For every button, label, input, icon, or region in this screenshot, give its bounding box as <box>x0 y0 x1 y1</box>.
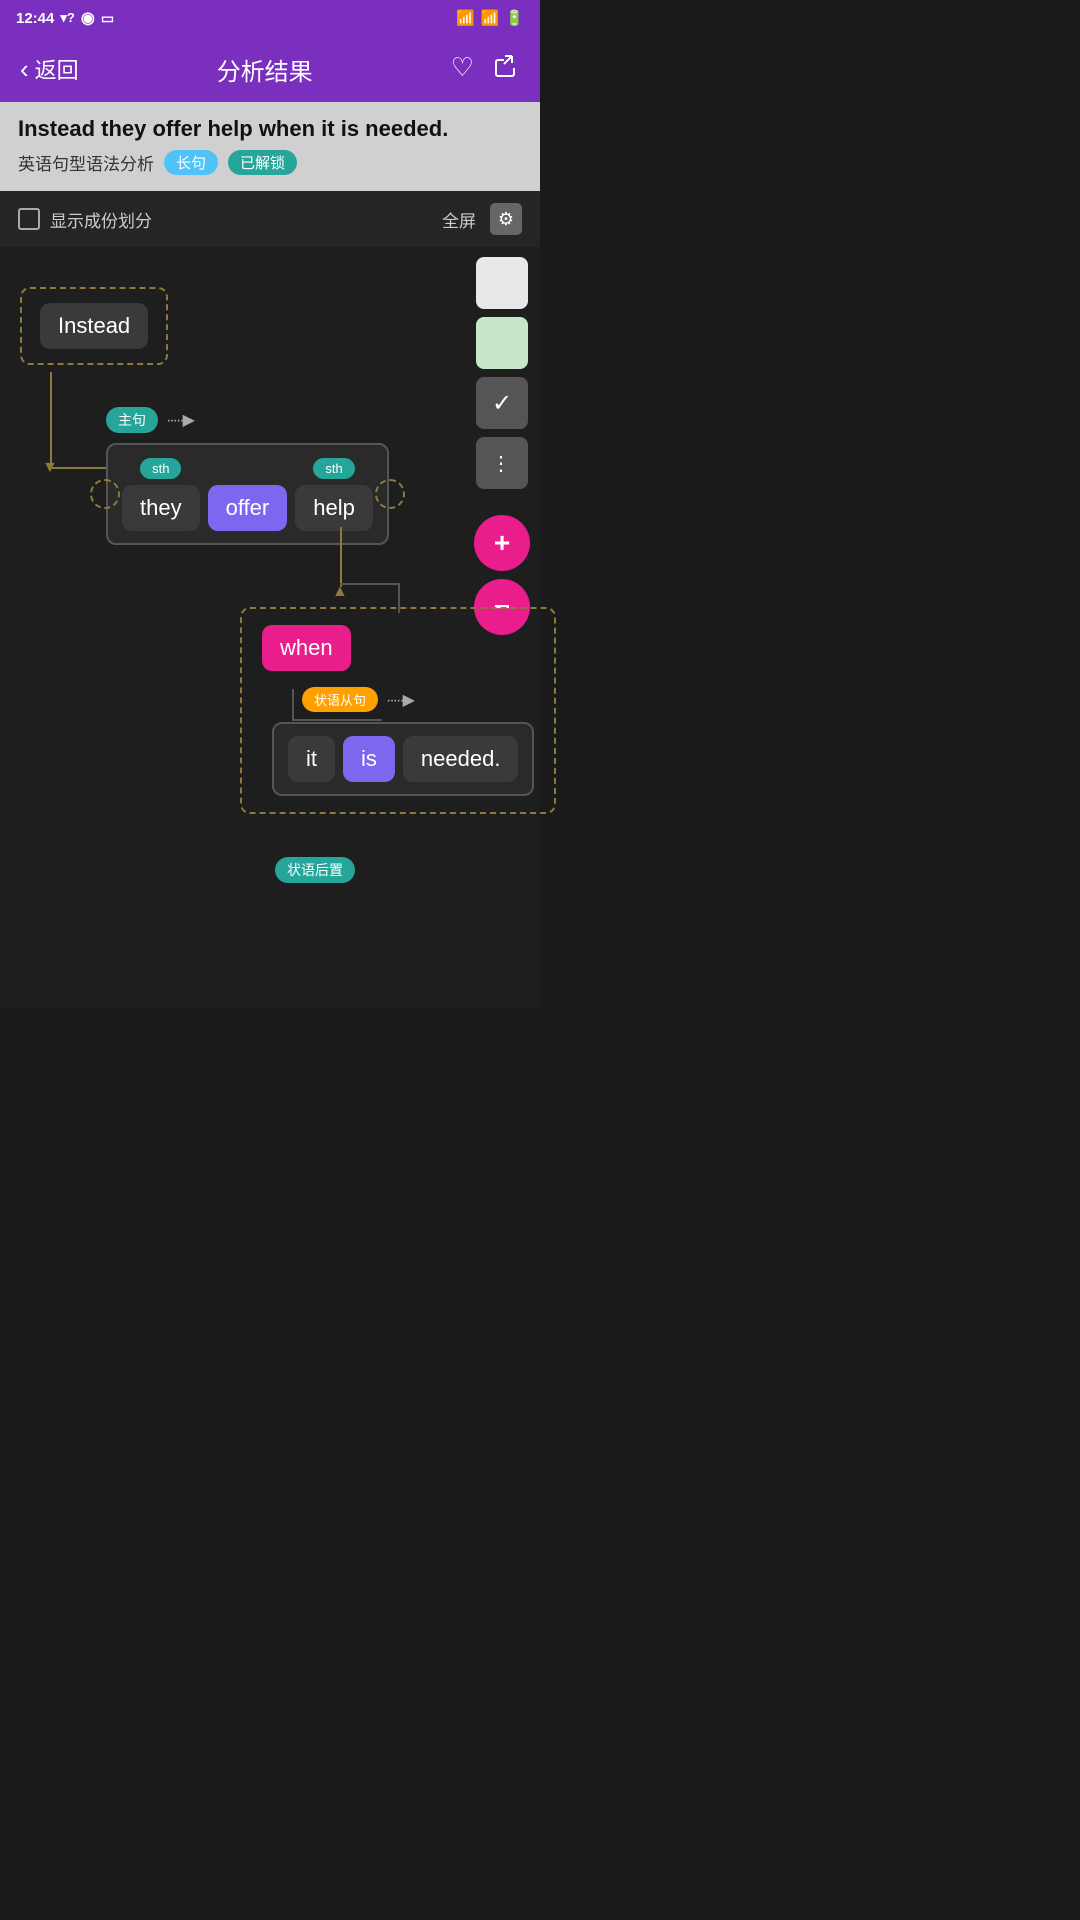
h-line-1 <box>50 467 110 469</box>
inner-h-line <box>292 719 382 721</box>
back-chevron-icon: ‹ <box>20 54 29 85</box>
adv-clause-label-row: 状语从句 ·····▶ <box>302 687 534 712</box>
long-sentence-badge: 长句 <box>164 150 218 175</box>
adv-post-label-container: 状语后置 <box>275 857 355 883</box>
offer-column: offer <box>208 457 288 531</box>
v-line-2 <box>340 527 342 587</box>
sentence-header: Instead they offer help when it is neede… <box>0 102 540 191</box>
share-button[interactable] <box>492 52 520 87</box>
heart-button[interactable]: ♡ <box>451 52 474 87</box>
diagram-area: ✓ ⋮ + − Instead ▼ 主句 ·····▶ <box>0 247 540 1007</box>
show-parse-checkbox[interactable] <box>18 208 40 230</box>
when-word[interactable]: when <box>262 625 351 671</box>
status-left: 12:44 ▾? ◉ ▭ <box>16 8 114 28</box>
status-bar: 12:44 ▾? ◉ ▭ 📶 📶 🔋 <box>0 0 540 36</box>
adv-clause-tag: 状语从句 <box>302 687 378 712</box>
sim-icon: ▭ <box>101 10 114 27</box>
v-line-1 <box>50 372 52 467</box>
up-arrow-icon: ▲ <box>332 583 348 601</box>
h-connector-adv <box>340 583 400 585</box>
battery-icon: 🔋 <box>505 9 524 27</box>
settings-gear-icon[interactable]: ⚙ <box>490 203 522 235</box>
checkbox-area: 显示成份划分 <box>18 207 152 232</box>
syntax-diagram: Instead ▼ 主句 ·····▶ sth they <box>20 267 520 987</box>
page-title: 分析结果 <box>217 52 313 87</box>
main-clause-section: 主句 ·····▶ sth they offer sth help <box>106 407 389 545</box>
wifi-icon: 📶 <box>456 9 475 27</box>
back-label: 返回 <box>35 53 79 85</box>
inner-v-line <box>292 689 294 719</box>
offer-word[interactable]: offer <box>208 485 288 531</box>
top-actions: ♡ <box>451 52 520 87</box>
checkbox-label: 显示成份划分 <box>50 207 152 232</box>
instead-container: Instead <box>20 287 168 365</box>
controls-bar: 显示成份划分 全屏 ⚙ <box>0 191 540 247</box>
sentence-text: Instead they offer help when it is neede… <box>18 116 522 142</box>
app-logo: ◉ <box>81 8 95 28</box>
signal-icon: ▾? <box>60 10 74 26</box>
time: 12:44 <box>16 10 54 27</box>
dashed-circle-right <box>375 479 405 509</box>
top-bar: ‹ 返回 分析结果 ♡ <box>0 36 540 102</box>
adv-dotted-arrow-icon: ·····▶ <box>386 690 413 710</box>
signal-bars-icon: 📶 <box>481 9 500 27</box>
sentence-meta: 英语句型语法分析 长句 已解锁 <box>18 150 522 175</box>
help-column: sth help <box>295 458 373 531</box>
status-right: 📶 📶 🔋 <box>456 9 524 27</box>
inner-words-row: it is needed. <box>272 722 534 796</box>
it-word[interactable]: it <box>288 736 335 782</box>
main-clause-tag: 主句 <box>106 407 158 433</box>
main-words-row: sth they offer sth help <box>106 443 389 545</box>
they-word[interactable]: they <box>122 485 200 531</box>
needed-word[interactable]: needed. <box>403 736 519 782</box>
they-column: sth they <box>122 458 200 531</box>
is-word[interactable]: is <box>343 736 395 782</box>
sth-label-2: sth <box>313 458 354 479</box>
unlocked-badge: 已解锁 <box>228 150 297 175</box>
back-button[interactable]: ‹ 返回 <box>20 53 79 85</box>
main-clause-label-row: 主句 ·····▶ <box>106 407 389 433</box>
adv-post-tag: 状语后置 <box>275 857 355 883</box>
instead-word[interactable]: Instead <box>40 303 148 349</box>
fullscreen-label[interactable]: 全屏 <box>442 207 476 232</box>
controls-right: 全屏 ⚙ <box>442 203 522 235</box>
meta-label: 英语句型语法分析 <box>18 150 154 175</box>
dotted-arrow-icon: ·····▶ <box>166 410 193 430</box>
dashed-circle-left <box>90 479 120 509</box>
sth-label-1: sth <box>140 458 181 479</box>
help-word[interactable]: help <box>295 485 373 531</box>
adv-clause-container: when 状语从句 ·····▶ it is needed. <box>240 607 556 814</box>
